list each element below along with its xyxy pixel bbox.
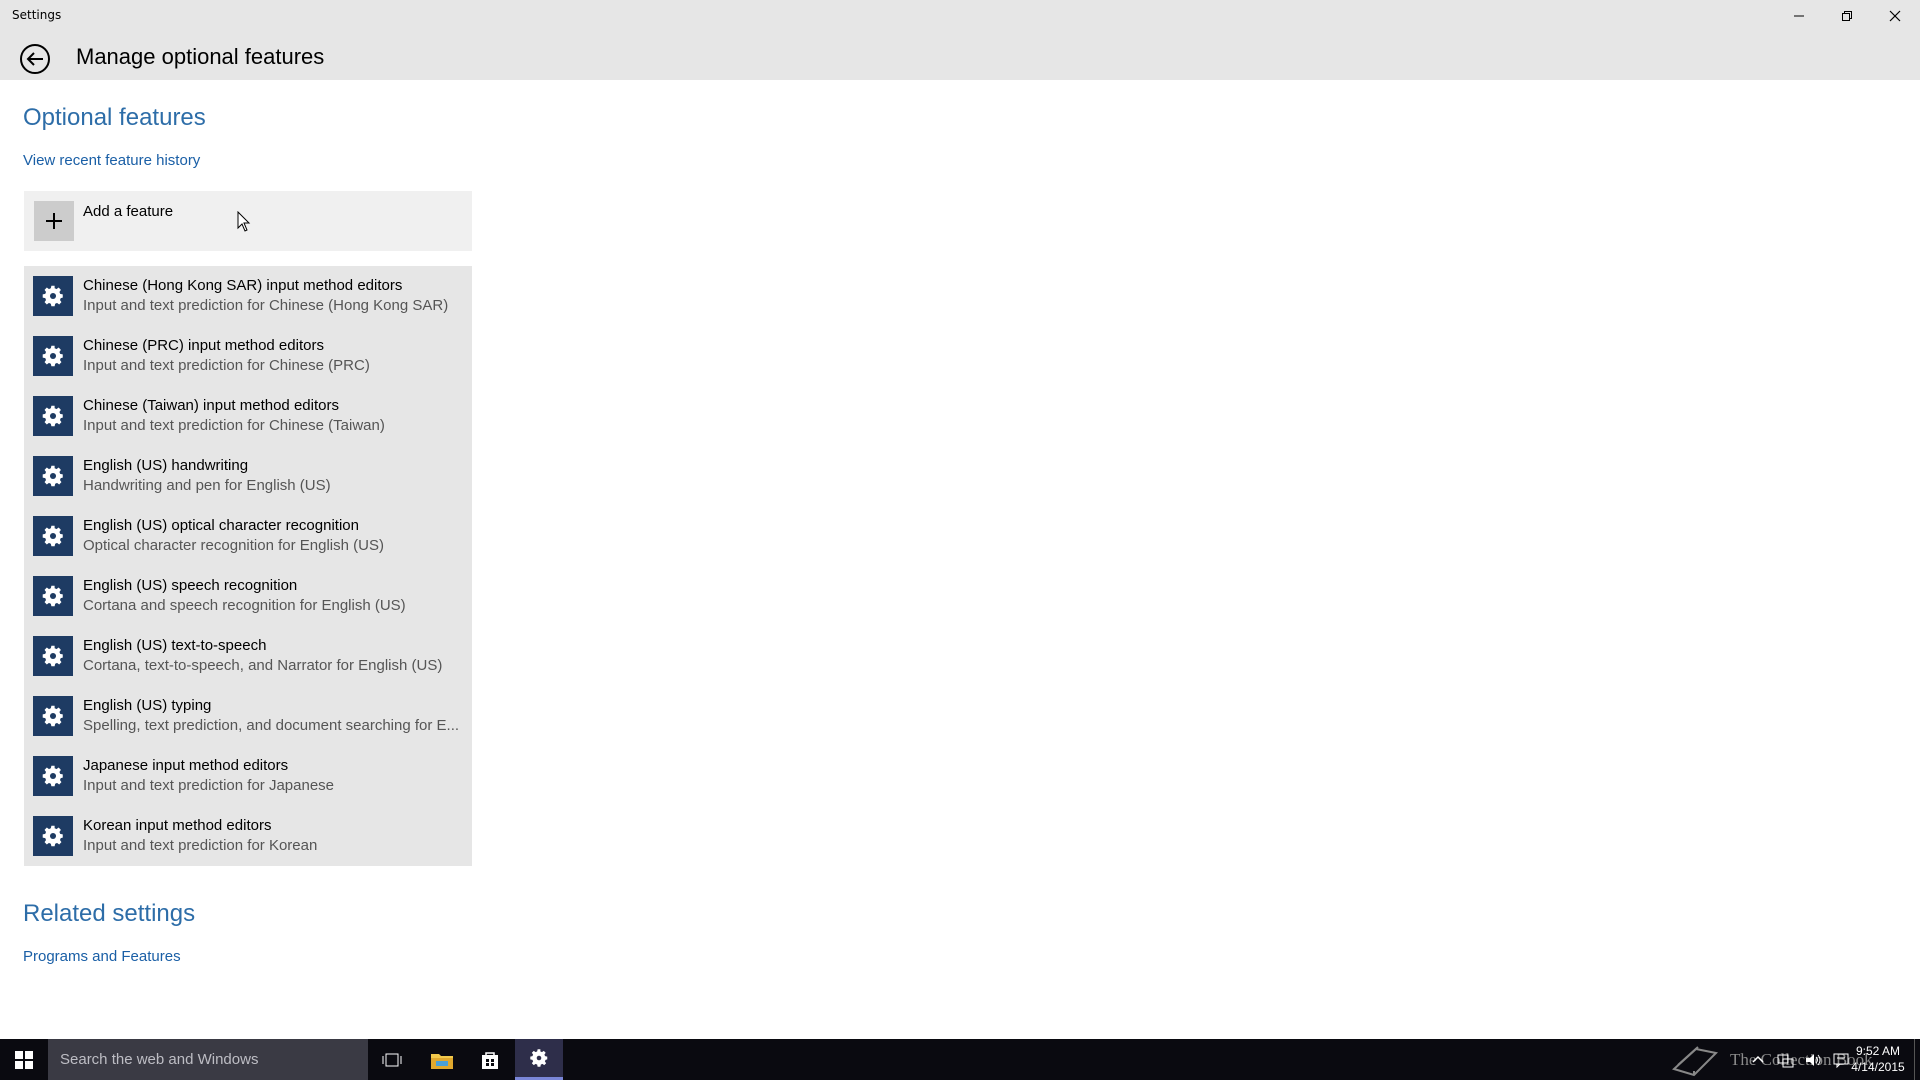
gear-icon: [33, 636, 73, 676]
task-view-icon: [382, 1053, 402, 1066]
restore-button[interactable]: [1824, 0, 1870, 32]
back-arrow-icon: [20, 44, 50, 74]
feature-description: Input and text prediction for Chinese (T…: [83, 417, 385, 434]
gear-icon: [530, 1049, 548, 1067]
feature-title: Japanese input method editors: [83, 757, 289, 774]
minimize-button[interactable]: [1776, 0, 1822, 32]
mouse-cursor-icon: [237, 210, 251, 237]
close-icon: [1889, 10, 1901, 22]
settings-taskbar-button[interactable]: [515, 1039, 563, 1080]
show-desktop-button[interactable]: [1914, 1039, 1920, 1080]
taskbar-search-box[interactable]: Search the web and Windows: [48, 1039, 368, 1080]
feature-item[interactable]: Korean input method editors Input and tex…: [24, 806, 472, 866]
store-bag-icon: [482, 1051, 498, 1069]
feature-title: English (US) handwriting: [83, 457, 249, 474]
optional-features-heading: Optional features: [23, 104, 206, 131]
related-settings-heading: Related settings: [23, 900, 196, 927]
feature-item[interactable]: English (US) typing Spelling, text predic…: [24, 686, 472, 746]
taskbar-clock[interactable]: 9:52 AM 4/14/2015: [1848, 1043, 1908, 1075]
feature-item[interactable]: Japanese input method editors Input and t…: [24, 746, 472, 806]
title-bar: Settings: [0, 0, 1920, 32]
feature-description: Handwriting and pen for English (US): [83, 477, 331, 494]
feature-title: Chinese (Taiwan) input method editors: [83, 397, 339, 414]
folder-icon: [431, 1053, 453, 1069]
feature-description: Cortana, text-to-speech, and Narrator fo…: [83, 657, 443, 674]
start-button[interactable]: [0, 1039, 48, 1080]
feature-item[interactable]: Chinese (Taiwan) input method editors Inp…: [24, 386, 472, 446]
gear-icon: [33, 576, 73, 616]
feature-description: Input and text prediction for Japanese: [83, 777, 335, 794]
feature-title: Korean input method editors: [83, 817, 272, 834]
feature-item[interactable]: English (US) text-to-speech Cortana, text…: [24, 626, 472, 686]
view-feature-history-link[interactable]: View recent feature history: [23, 152, 200, 169]
feature-title: English (US) typing: [83, 697, 212, 714]
book-logo-icon: [1672, 1046, 1719, 1077]
feature-description: Optical character recognition for Englis…: [83, 537, 384, 554]
gear-icon: [33, 456, 73, 496]
file-explorer-button[interactable]: [418, 1039, 466, 1080]
network-icon[interactable]: [1776, 1052, 1794, 1068]
feature-item[interactable]: Chinese (Hong Kong SAR) input method edi…: [24, 266, 472, 326]
minimize-icon: [1794, 15, 1804, 17]
feature-item[interactable]: English (US) speech recognition Cortana a…: [24, 566, 472, 626]
feature-description: Cortana and speech recognition for Engli…: [83, 597, 406, 614]
system-tray: [1750, 1039, 1850, 1080]
feature-description: Input and text prediction for Korean: [83, 837, 318, 854]
page-title: Manage optional features: [76, 44, 325, 69]
programs-and-features-link[interactable]: Programs and Features: [23, 948, 181, 965]
app-title: Settings: [12, 8, 62, 22]
gear-icon: [33, 756, 73, 796]
gear-icon: [33, 516, 73, 556]
task-view-button[interactable]: [368, 1039, 416, 1080]
chevron-up-icon[interactable]: [1750, 1052, 1766, 1068]
volume-icon[interactable]: [1804, 1052, 1822, 1068]
gear-icon: [33, 696, 73, 736]
back-button[interactable]: [18, 42, 52, 76]
feature-item[interactable]: English (US) handwriting Handwriting and …: [24, 446, 472, 506]
feature-description: Input and text prediction for Chinese (H…: [83, 297, 449, 314]
settings-window: Settings Manage optional features Option…: [0, 0, 1920, 1039]
feature-item[interactable]: Chinese (PRC) input method editors Input …: [24, 326, 472, 386]
feature-title: English (US) optical character recogniti…: [83, 517, 359, 534]
feature-title: English (US) text-to-speech: [83, 637, 267, 654]
taskbar: Search the web and Windows The Collectio…: [0, 1039, 1920, 1080]
plus-icon: [34, 201, 74, 241]
feature-description: Input and text prediction for Chinese (P…: [83, 357, 370, 374]
feature-title: Chinese (PRC) input method editors: [83, 337, 324, 354]
feature-list: Chinese (Hong Kong SAR) input method edi…: [24, 266, 472, 866]
clock-time: 9:52 AM: [1855, 1044, 1901, 1058]
gear-icon: [33, 276, 73, 316]
gear-icon: [33, 396, 73, 436]
close-button[interactable]: [1872, 0, 1918, 32]
clock-date: 4/14/2015: [1851, 1060, 1905, 1074]
feature-item[interactable]: English (US) optical character recogniti…: [24, 506, 472, 566]
restore-icon: [1842, 11, 1852, 21]
add-feature-label: Add a feature: [83, 203, 174, 220]
feature-title: Chinese (Hong Kong SAR) input method edi…: [83, 277, 403, 294]
store-button[interactable]: [466, 1039, 514, 1080]
gear-icon: [33, 816, 73, 856]
feature-title: English (US) speech recognition: [83, 577, 298, 594]
feature-description: Spelling, text prediction, and document …: [83, 717, 460, 734]
windows-logo-icon: [15, 1050, 33, 1069]
page-header: Manage optional features: [0, 32, 1920, 80]
gear-icon: [33, 336, 73, 376]
